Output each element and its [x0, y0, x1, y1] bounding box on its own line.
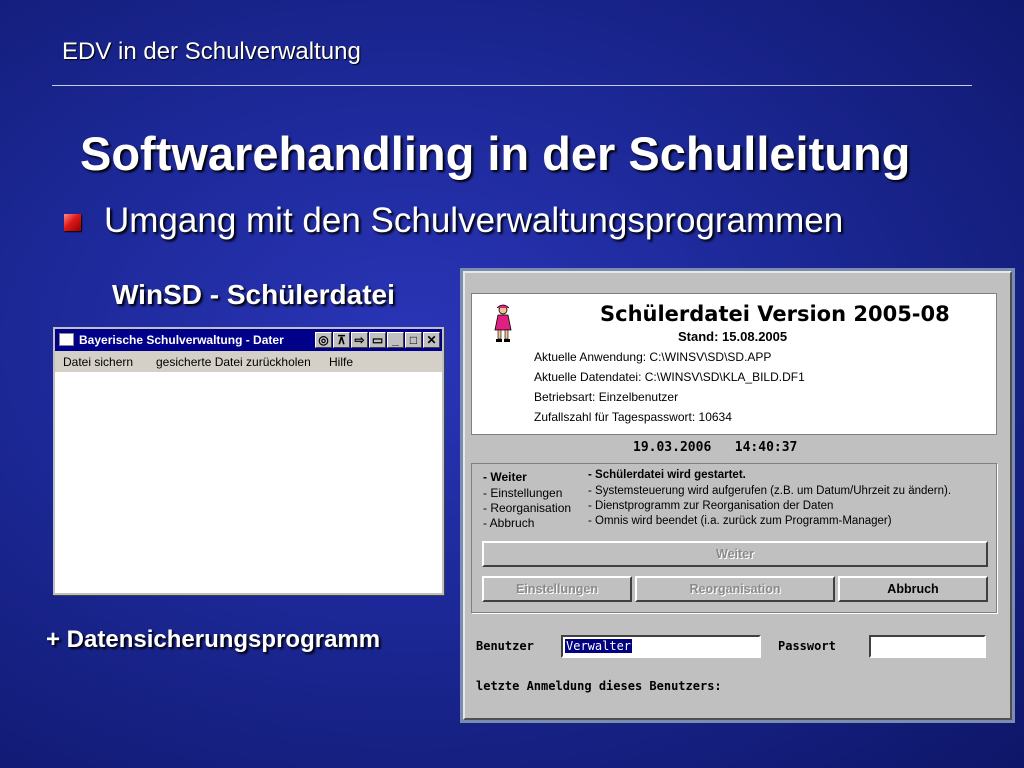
version-date: Stand: 15.08.2005: [678, 329, 788, 344]
info-line: Aktuelle Anwendung: C:\WINSV\SD\SD.APP: [534, 350, 772, 364]
winsd-dialog: Schülerdatei Version 2005-08 Stand: 15.0…: [463, 271, 1012, 720]
password-input[interactable]: [869, 635, 986, 658]
current-time: 14:40:37: [734, 440, 798, 455]
abbruch-button[interactable]: Abbruch: [838, 576, 988, 602]
option-key: - Einstellungen: [483, 486, 563, 500]
einstellungen-button[interactable]: Einstellungen: [482, 576, 632, 602]
toolbar-circle-icon[interactable]: ◎: [315, 332, 332, 348]
close-button[interactable]: ✕: [423, 332, 440, 348]
option-desc: - Schülerdatei wird gestartet.: [588, 469, 746, 481]
current-date: 19.03.2006: [633, 440, 712, 455]
current-datetime: 19.03.2006 14:40:37: [633, 440, 797, 455]
toolbar-rect-icon[interactable]: ▭: [369, 332, 386, 348]
options-panel: - Weiter - Schülerdatei wird gestartet. …: [471, 463, 997, 613]
password-label: Passwort: [778, 639, 836, 653]
backup-label: + Datensicherungsprogramm: [46, 626, 381, 653]
reorganisation-button[interactable]: Reorganisation: [635, 576, 835, 602]
option-key: - Weiter: [483, 470, 527, 484]
user-input[interactable]: Verwalter: [561, 635, 761, 658]
backup-window-body: [55, 372, 442, 593]
info-line: Zufallszahl für Tagespasswort: 10634: [534, 410, 732, 424]
backup-window-title: Bayerische Schulverwaltung - Dater: [79, 333, 284, 347]
option-key: - Reorganisation: [483, 501, 572, 515]
header-divider: [52, 85, 972, 86]
toolbar-up-icon[interactable]: ⊼: [333, 332, 350, 348]
maximize-button[interactable]: □: [405, 332, 422, 348]
info-line: Betriebsart: Einzelbenutzer: [534, 390, 679, 404]
backup-window-titlebar[interactable]: Bayerische Schulverwaltung - Dater ◎ ⊼ ⇨…: [55, 329, 442, 351]
option-desc: - Dienstprogramm zur Reorganisation der …: [588, 500, 834, 512]
menu-datei-sichern[interactable]: Datei sichern: [63, 355, 133, 369]
option-key: - Abbruch: [483, 516, 535, 530]
toolbar-arrow-icon[interactable]: ⇨: [351, 332, 368, 348]
slide-header: EDV in der Schulverwaltung: [62, 38, 361, 65]
winsd-label: WinSD - Schülerdatei: [112, 279, 395, 310]
user-label: Benutzer: [476, 639, 534, 653]
info-line: Aktuelle Datendatei: C:\WINSV\SD\KLA_BIL…: [534, 370, 805, 384]
menu-hilfe[interactable]: Hilfe: [329, 355, 353, 369]
dialog-title: Schülerdatei Version 2005-08: [600, 302, 950, 326]
slide-subtitle: Umgang mit den Schulverwaltungsprogramme…: [104, 201, 844, 240]
option-desc: - Omnis wird beendet (i.a. zurück zum Pr…: [588, 515, 892, 527]
doll-icon: [494, 304, 512, 342]
info-panel: Schülerdatei Version 2005-08 Stand: 15.0…: [471, 293, 997, 435]
weiter-button[interactable]: Weiter: [482, 541, 988, 567]
slide-title: Softwarehandling in der Schulleitung: [80, 127, 911, 180]
window-system-icon[interactable]: [59, 333, 74, 346]
minimize-button[interactable]: _: [387, 332, 404, 348]
backup-window: Bayerische Schulverwaltung - Dater ◎ ⊼ ⇨…: [53, 327, 444, 595]
bullet-icon: [64, 214, 81, 231]
backup-menubar: Datei sichern gesicherte Datei zurückhol…: [55, 351, 442, 372]
last-login-label: letzte Anmeldung dieses Benutzers:: [476, 679, 722, 693]
menu-datei-zurueckholen[interactable]: gesicherte Datei zurückholen: [156, 355, 311, 369]
user-input-value: Verwalter: [565, 639, 633, 653]
option-desc: - Systemsteuerung wird aufgerufen (z.B. …: [588, 485, 952, 497]
